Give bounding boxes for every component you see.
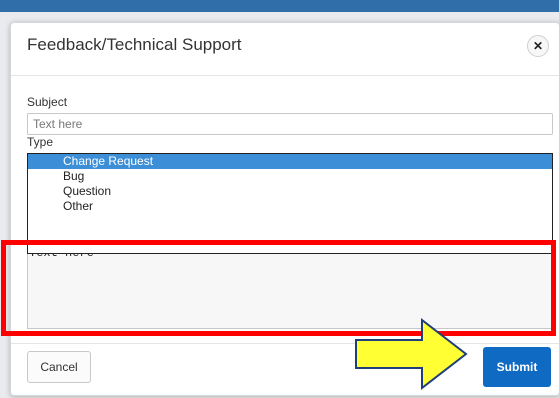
- subject-input[interactable]: [27, 113, 553, 135]
- feedback-dialog: Feedback/Technical Support ✕ Subject Typ…: [10, 22, 559, 396]
- submit-button[interactable]: Submit: [483, 347, 551, 387]
- type-label: Type: [27, 135, 54, 149]
- message-textarea[interactable]: Text here: [27, 243, 553, 329]
- type-option-change-request[interactable]: Change Request: [28, 154, 552, 169]
- type-option-bug[interactable]: Bug: [28, 169, 552, 184]
- dialog-title: Feedback/Technical Support: [27, 35, 242, 54]
- close-icon: ✕: [532, 39, 544, 53]
- type-option-other[interactable]: Other: [28, 199, 552, 214]
- type-option-question[interactable]: Question: [28, 184, 552, 199]
- background-top-bar: [0, 0, 559, 12]
- cancel-button[interactable]: Cancel: [27, 351, 91, 383]
- footer-divider: [11, 343, 559, 344]
- subject-label: Subject: [27, 95, 68, 109]
- header-divider: [11, 75, 559, 76]
- type-listbox[interactable]: Change Request Bug Question Other: [27, 153, 553, 254]
- close-button[interactable]: ✕: [527, 35, 549, 57]
